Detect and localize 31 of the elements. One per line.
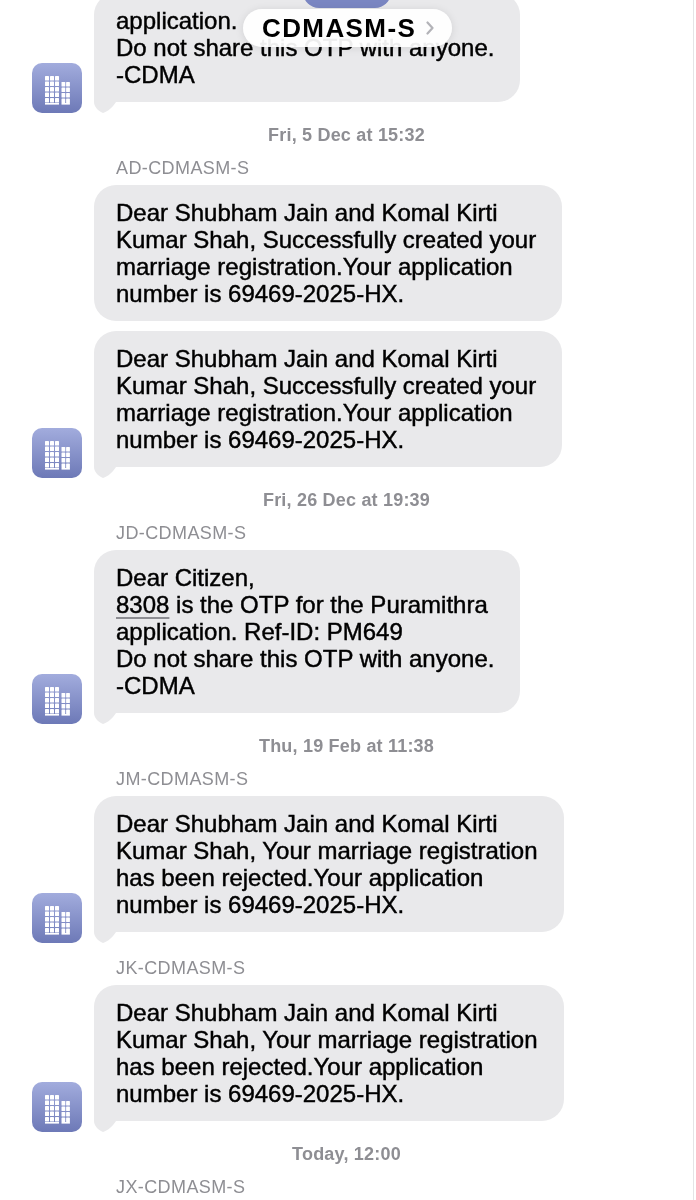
message-text: Dear Shubham Jain and Komal Kirti Kumar Shah, Your marriage registration has been rejected.Your application number is 69469-2025-HX.	[116, 999, 538, 1107]
building-avatar-icon[interactable]	[32, 674, 82, 724]
message-bubble[interactable]: Dear Shubham Jain and Komal Kirti Kumar Shah, Your marriage registration has been rejected.Your application number is 69469-2025-HX.	[94, 985, 564, 1121]
message-timestamp: Fri, 5 Dec at 15:32	[267, 125, 426, 145]
chevron-icon	[426, 21, 435, 35]
sender-label: JM-CDMASM-S	[116, 770, 250, 788]
sender-label: JK-CDMASM-S	[116, 959, 247, 977]
message-bubble[interactable]: Dear Citizen, 8308 is the OTP for the Puramithra application. Ref-ID: PM649 Do not share this OTP with anyone. -CDMA	[94, 550, 521, 713]
building-avatar-icon[interactable]	[32, 428, 82, 478]
message-text: 8308 is the OTP for the Puramithra application. Ref-ID: PM649	[116, 591, 488, 645]
message-text: application.	[116, 7, 238, 34]
message-timestamp: Fri, 26 Dec at 19:39	[261, 490, 432, 510]
building-avatar-icon[interactable]	[32, 893, 82, 943]
message-text: Dear Shubham Jain and Komal Kirti Kumar Shah, Successfully created your marriage registration.Your application number is 69469-2025-HX.	[116, 345, 537, 453]
sender-label: AD-CDMASM-S	[116, 159, 251, 177]
message-text: Do not share this OTP with anyone.	[116, 645, 495, 672]
message-timestamp: Today, 12:00	[291, 1144, 402, 1164]
sender-label: JX-CDMASM-S	[116, 1178, 247, 1196]
message-bubble[interactable]: Dear Shubham Jain and Komal Kirti Kumar Shah, Successfully created your marriage registration.Your application number is 69469-2025-HX.	[94, 331, 563, 467]
message-text: Dear Citizen,	[116, 564, 255, 591]
message-text: Dear Shubham Jain and Komal Kirti Kumar Shah, Your marriage registration has been rejected.Your application number is 69469-2025-HX.	[116, 810, 538, 918]
message-text: -CDMA	[116, 61, 195, 88]
message-bubble[interactable]: Dear Shubham Jain and Komal Kirti Kumar Shah, Your marriage registration has been rejected.Your application number is 69469-2025-HX.	[94, 796, 564, 932]
message-text: Dear Shubham Jain and Komal Kirti Kumar Shah, Successfully created your marriage registration.Your application number is 69469-2025-HX.	[116, 199, 537, 307]
message-bubble[interactable]: Dear Shubham Jain and Komal Kirti Kumar Shah, Successfully created your marriage registration.Your application number is 69469-2025-HX.	[94, 185, 563, 321]
message-text: -CDMA	[116, 672, 195, 699]
building-avatar-icon[interactable]	[32, 1082, 82, 1132]
message-timestamp: Thu, 19 Feb at 11:38	[257, 736, 436, 756]
building-avatar-icon[interactable]	[32, 63, 82, 113]
otp-code-link[interactable]: 8308	[116, 591, 170, 618]
sender-label: JD-CDMASM-S	[116, 524, 248, 542]
